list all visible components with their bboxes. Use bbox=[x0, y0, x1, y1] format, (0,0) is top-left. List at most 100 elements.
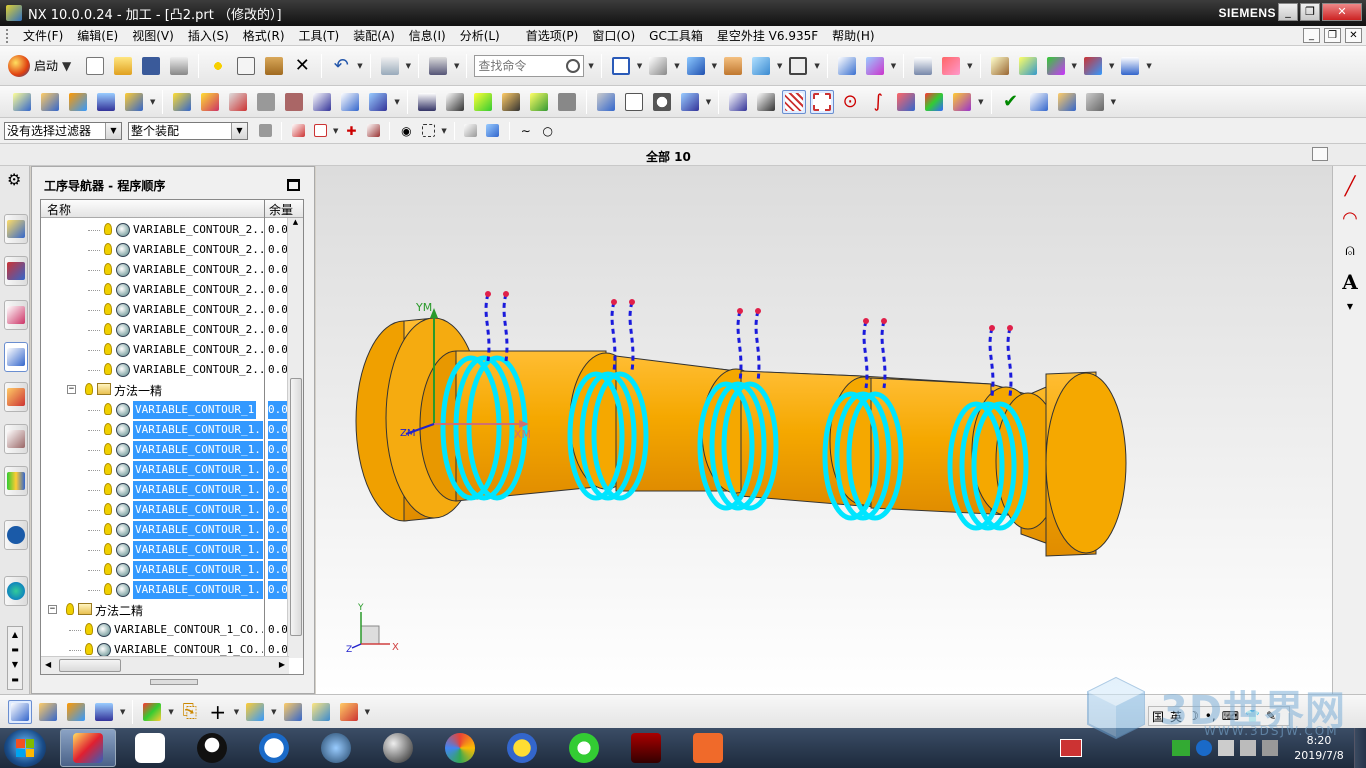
ime-mode-cn[interactable]: 国 bbox=[1149, 708, 1167, 725]
layer-button[interactable] bbox=[721, 54, 745, 78]
delete-button[interactable]: ✕ bbox=[290, 54, 314, 78]
create-program-button[interactable] bbox=[10, 90, 34, 114]
info-op-button[interactable] bbox=[338, 90, 362, 114]
tree-operation-row[interactable]: VARIABLE_CONTOUR_1... 0.0 bbox=[41, 440, 289, 460]
tree-operation-row[interactable]: VARIABLE_CONTOUR_2... 0.0 bbox=[41, 260, 289, 280]
background-button[interactable] bbox=[786, 54, 810, 78]
replay-toolpath-button[interactable] bbox=[198, 90, 222, 114]
type-filter-select[interactable]: 没有选择过滤器 ▼ bbox=[4, 121, 122, 140]
check-button[interactable] bbox=[726, 90, 750, 114]
scope-select[interactable]: 整个装配 ▼ bbox=[128, 121, 248, 140]
menu-xingkong-plugin[interactable]: 星空外挂 V6.935F bbox=[710, 26, 825, 46]
nvidia-icon[interactable] bbox=[1172, 740, 1190, 756]
taskbar-pdf[interactable] bbox=[680, 729, 736, 767]
taskbar-qq[interactable] bbox=[184, 729, 240, 767]
command-search-box[interactable] bbox=[474, 54, 585, 77]
print-button[interactable] bbox=[167, 54, 191, 78]
machine-button[interactable] bbox=[594, 90, 618, 114]
output-cls-button[interactable] bbox=[527, 90, 551, 114]
restore-button[interactable]: ❐ bbox=[1300, 3, 1320, 21]
web-browser-tab[interactable] bbox=[4, 576, 28, 606]
color-button[interactable] bbox=[922, 90, 946, 114]
tree-operation-row[interactable]: VARIABLE_CONTOUR_2... 0.0 bbox=[41, 320, 289, 340]
menu-assembly[interactable]: 装配(A) bbox=[346, 26, 402, 46]
ime-mode-en[interactable]: 英 bbox=[1167, 708, 1185, 725]
history-tab[interactable] bbox=[4, 466, 28, 496]
transform-op-button[interactable] bbox=[366, 90, 390, 114]
volume-icon[interactable] bbox=[1240, 740, 1256, 756]
text-button[interactable]: A bbox=[1338, 270, 1362, 294]
menu-insert[interactable]: 插入(S) bbox=[181, 26, 236, 46]
ime-skin-icon[interactable]: 👕 bbox=[1242, 709, 1263, 723]
edit-section-button[interactable] bbox=[749, 54, 773, 78]
orient-view-button[interactable] bbox=[684, 54, 708, 78]
start-button[interactable] bbox=[4, 729, 46, 767]
part-navigator-tab[interactable] bbox=[4, 300, 28, 330]
taskbar-qq-game[interactable] bbox=[494, 729, 550, 767]
circle-button[interactable]: ○ bbox=[539, 122, 557, 140]
taskbar-baidu-netdisk[interactable] bbox=[122, 729, 178, 767]
column-header-name[interactable]: 名称 bbox=[47, 201, 71, 218]
cut-button[interactable] bbox=[206, 54, 230, 78]
tree-operation-row[interactable]: VARIABLE_CONTOUR_1... 0.0 bbox=[41, 540, 289, 560]
new-file-button[interactable] bbox=[83, 54, 107, 78]
machine-tool-view-button[interactable] bbox=[36, 700, 60, 724]
tree-operation-row[interactable]: VARIABLE_CONTOUR_2... 0.0 bbox=[41, 220, 289, 240]
ime-tools-icon[interactable]: ✎ bbox=[1263, 709, 1279, 723]
copy-button[interactable] bbox=[234, 54, 258, 78]
arc-button[interactable]: ◠ bbox=[1338, 206, 1362, 230]
table-button[interactable] bbox=[1027, 90, 1051, 114]
launch-button[interactable]: 启动 ▼ bbox=[8, 54, 73, 77]
tree-operation-row[interactable]: VARIABLE_CONTOUR_1... 0.0 bbox=[41, 480, 289, 500]
snap-button[interactable] bbox=[1081, 54, 1105, 78]
gear-icon[interactable]: ⚙ bbox=[7, 172, 21, 188]
menu-help[interactable]: 帮助(H) bbox=[825, 26, 881, 46]
tree-operation-row[interactable]: VARIABLE_CONTOUR_1... 0.0 bbox=[41, 520, 289, 540]
ime-moon-icon[interactable]: ☽ bbox=[1185, 709, 1202, 723]
maximize-viewport-button[interactable] bbox=[1312, 147, 1328, 161]
taskbar-sphere-app[interactable] bbox=[370, 729, 426, 767]
snap-settings-button[interactable] bbox=[256, 122, 274, 140]
maximize-icon[interactable] bbox=[287, 179, 300, 191]
create-method-button[interactable] bbox=[94, 90, 118, 114]
save-button[interactable] bbox=[139, 54, 163, 78]
graphics-window[interactable]: YM XM ZM Y X Z bbox=[316, 166, 1332, 694]
ipw-button[interactable] bbox=[309, 700, 333, 724]
tree-operation-row[interactable]: VARIABLE_CONTOUR_2... 0.0 bbox=[41, 300, 289, 320]
ime-keyboard-icon[interactable]: ⌨ bbox=[1219, 709, 1242, 723]
endpoint-button[interactable] bbox=[311, 122, 329, 140]
measure-button[interactable] bbox=[988, 54, 1012, 78]
menu-analysis[interactable]: 分析(L) bbox=[453, 26, 507, 46]
assembly-navigator-tab[interactable] bbox=[4, 214, 28, 244]
tree-operation-row[interactable]: VARIABLE_CONTOUR_2... 0.0 bbox=[41, 340, 289, 360]
path-button[interactable] bbox=[939, 54, 963, 78]
command-search-input[interactable] bbox=[478, 58, 567, 73]
boundary-button[interactable] bbox=[810, 89, 835, 114]
close-button[interactable]: ✕ bbox=[1322, 3, 1362, 21]
collapse-icon[interactable]: − bbox=[67, 385, 76, 394]
hatch-button[interactable] bbox=[782, 89, 807, 114]
copy-operation-button[interactable] bbox=[254, 90, 278, 114]
rect-select-button[interactable] bbox=[419, 122, 437, 140]
batch-button[interactable] bbox=[555, 90, 579, 114]
method-view-button[interactable] bbox=[92, 700, 116, 724]
tool-path-direction-button[interactable] bbox=[678, 90, 702, 114]
render-style-button[interactable] bbox=[646, 54, 670, 78]
region-button[interactable] bbox=[894, 90, 918, 114]
scroll-thumb[interactable] bbox=[290, 378, 302, 636]
panel-resize-handle[interactable] bbox=[150, 679, 198, 685]
time-button[interactable] bbox=[650, 90, 674, 114]
contour-button[interactable] bbox=[754, 90, 778, 114]
tool-display-button[interactable] bbox=[1083, 90, 1107, 114]
accept-button[interactable]: ✔ bbox=[999, 90, 1023, 114]
touch-mode-button[interactable] bbox=[426, 54, 450, 78]
show-desktop-button[interactable] bbox=[1354, 728, 1366, 768]
taskbar-k-app[interactable] bbox=[246, 729, 302, 767]
create-operation-button[interactable] bbox=[122, 90, 146, 114]
doc-close-button[interactable]: ✕ bbox=[1345, 28, 1362, 43]
taskbar-360[interactable] bbox=[556, 729, 612, 767]
resource-scroll[interactable]: ▲ ▬ ▼ ▬ bbox=[7, 626, 23, 690]
k-tray-icon[interactable] bbox=[1196, 740, 1212, 756]
menu-window[interactable]: 窗口(O) bbox=[585, 26, 642, 46]
curve-select-button[interactable]: ∼ bbox=[517, 122, 535, 140]
